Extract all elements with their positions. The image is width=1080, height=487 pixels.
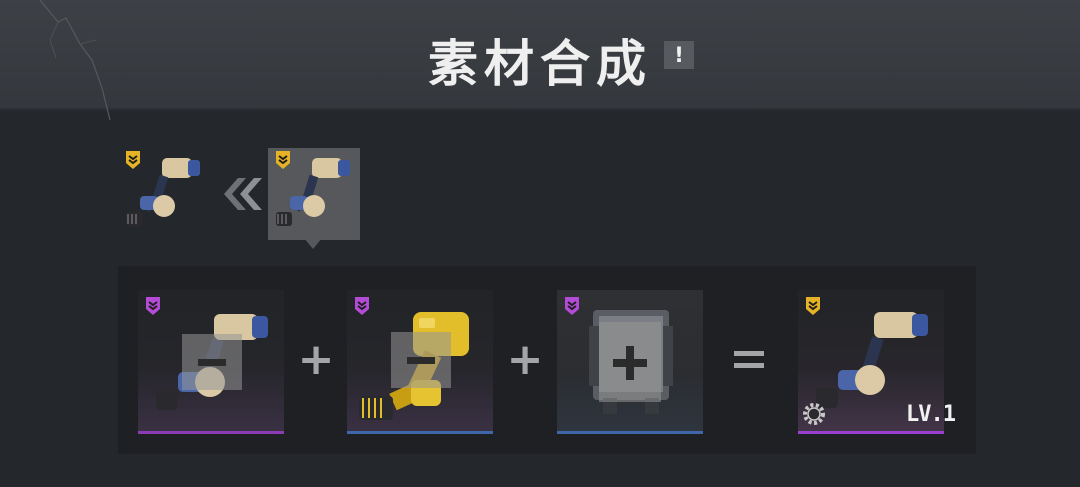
plus-operator-2: +	[506, 334, 544, 385]
minus-icon	[407, 357, 435, 364]
remove-material-button[interactable]	[391, 332, 451, 388]
upgrade-source-item[interactable]	[118, 148, 210, 240]
rarity-bar	[347, 431, 493, 434]
rarity-bar	[557, 431, 703, 434]
material-slot-1[interactable]	[138, 290, 284, 434]
plus-operator-1: +	[297, 334, 335, 385]
purple-rank-icon	[565, 297, 579, 315]
rarity-bar	[798, 431, 944, 434]
equals-operator	[734, 344, 768, 374]
rarity-bar	[138, 431, 284, 434]
page-title: 素材合成	[428, 35, 652, 93]
title-bar: 素材合成 !	[0, 0, 1080, 121]
material-slot-2[interactable]	[347, 290, 493, 434]
info-icon[interactable]: !	[664, 41, 694, 69]
upgrade-target-item[interactable]	[268, 148, 360, 240]
gold-rank-icon	[126, 151, 140, 169]
gold-rank-icon	[276, 151, 290, 169]
selection-pointer	[304, 238, 322, 249]
minus-icon	[198, 359, 226, 366]
double-chevron-left-icon	[224, 178, 262, 210]
add-material-button[interactable]	[599, 322, 661, 402]
level-label: LV.1	[906, 402, 956, 427]
gear-icon	[803, 403, 825, 425]
remove-material-button[interactable]	[182, 334, 242, 390]
material-slot-3[interactable]	[557, 290, 703, 434]
